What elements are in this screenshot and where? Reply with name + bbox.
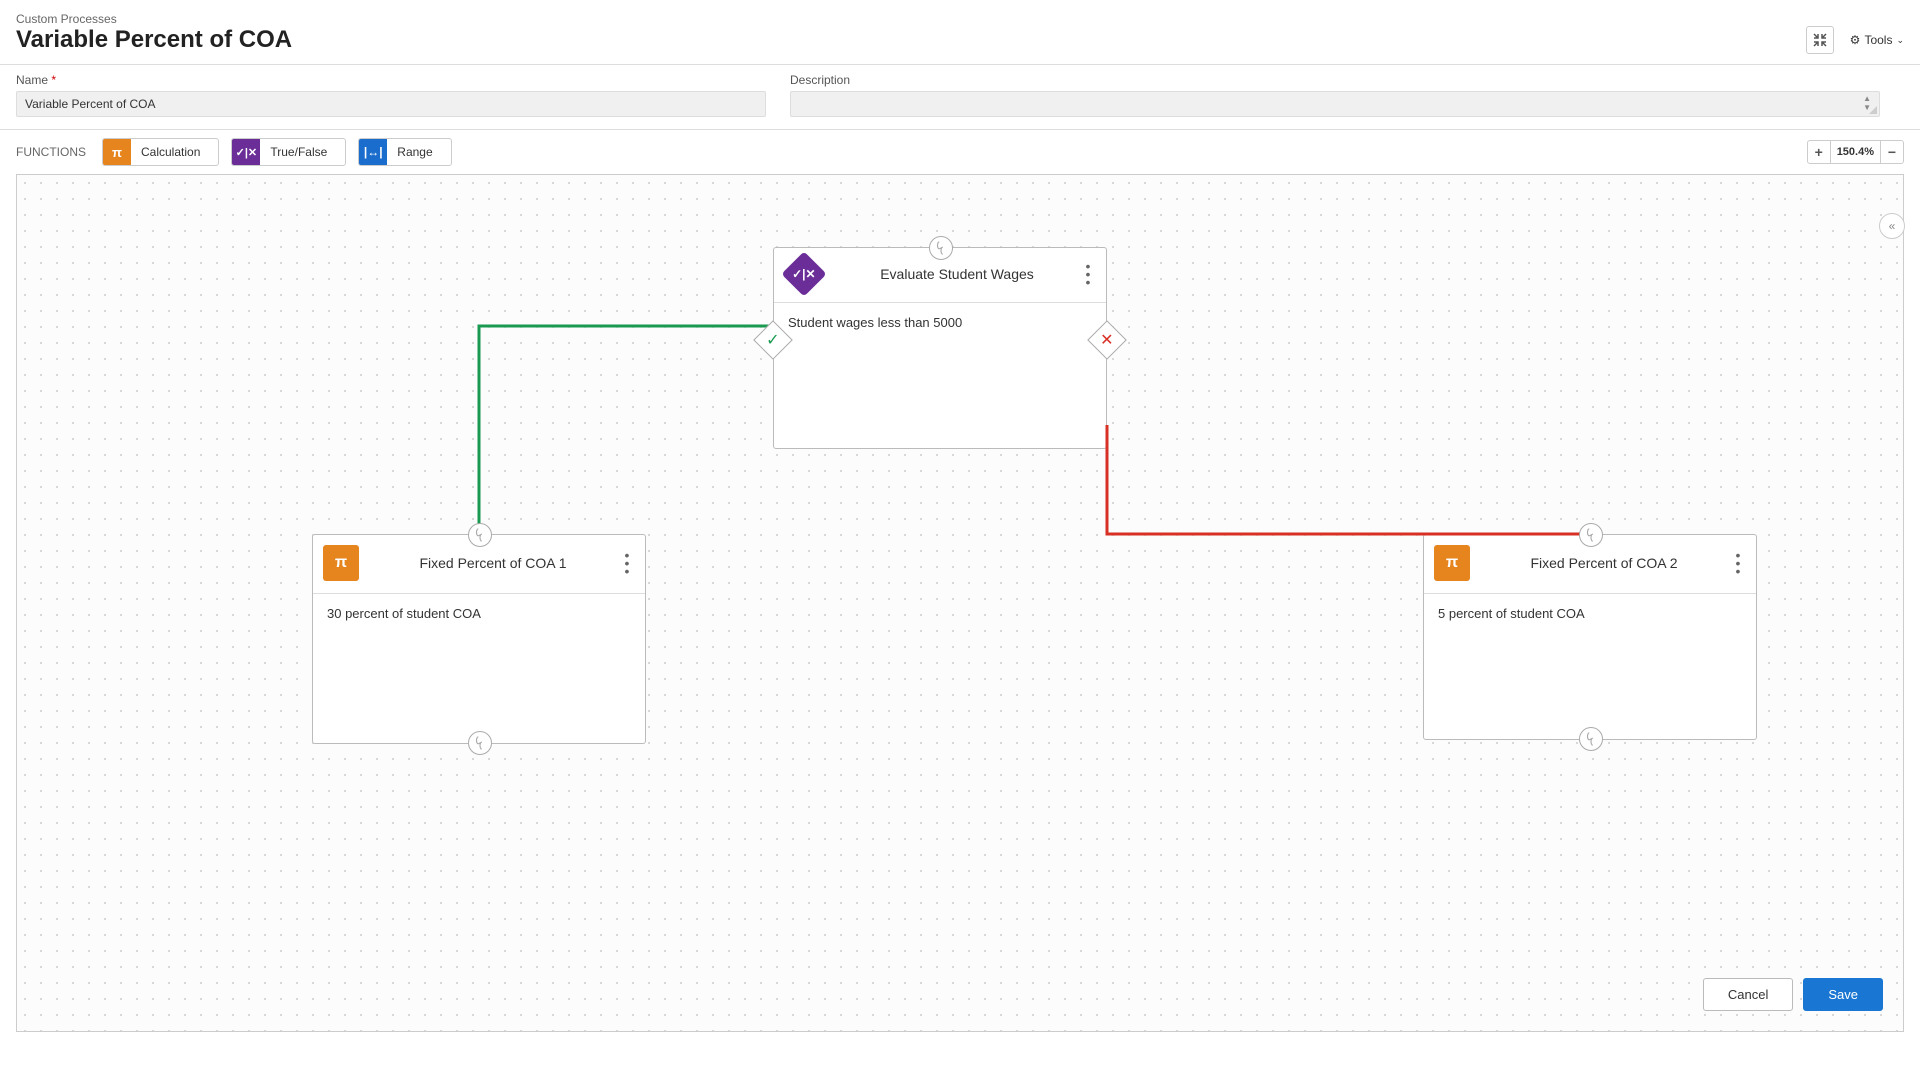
description-label: Description [790, 73, 1880, 87]
gear-icon: ⚙ [1850, 33, 1861, 47]
save-button[interactable]: Save [1803, 978, 1883, 1011]
function-truefalse-label: True/False [260, 145, 345, 159]
zoom-in-button[interactable]: + [1808, 141, 1830, 163]
collapse-icon [1813, 33, 1827, 47]
node-fixed-2[interactable]: π Fixed Percent of COA 2 ••• 5 percent o… [1423, 534, 1757, 740]
zoom-out-button[interactable]: − [1881, 141, 1903, 163]
node-title: Evaluate Student Wages [834, 266, 1080, 282]
breadcrumb: Custom Processes [16, 12, 1904, 26]
node-body: Student wages less than 5000 [774, 303, 1106, 330]
node-menu-button[interactable]: ••• [1080, 262, 1096, 286]
pi-icon: π [103, 139, 131, 165]
truefalse-icon: ✓|✕ [232, 139, 260, 165]
zoom-controls: + 150.4% − [1807, 140, 1904, 164]
tools-label: Tools [1864, 33, 1892, 47]
node-menu-button[interactable]: ••• [1730, 551, 1746, 575]
port-bottom[interactable] [468, 731, 492, 755]
functions-label: FUNCTIONS [16, 145, 86, 159]
name-label: Name * [16, 73, 766, 87]
node-title: Fixed Percent of COA 1 [367, 555, 619, 571]
port-bottom[interactable] [1579, 727, 1603, 751]
tools-menu[interactable]: ⚙ Tools ⌄ [1850, 33, 1904, 47]
node-evaluate[interactable]: ✓ ✕ ✓|✕ Evaluate Student Wages ••• Stude… [773, 247, 1107, 449]
flow-canvas[interactable]: « ✓ ✕ ✓|✕ Evaluate Student Wages ••• Stu… [16, 174, 1904, 1032]
node-body: 30 percent of student COA [313, 594, 645, 621]
zoom-level: 150.4% [1830, 141, 1881, 163]
node-body: 5 percent of student COA [1424, 594, 1756, 621]
cancel-button[interactable]: Cancel [1703, 978, 1793, 1011]
resize-grip-icon [1869, 106, 1877, 114]
function-truefalse-button[interactable]: ✓|✕ True/False [231, 138, 346, 166]
function-calculation-label: Calculation [131, 145, 218, 159]
collapse-view-button[interactable] [1806, 26, 1834, 54]
chevron-down-icon: ⌄ [1896, 35, 1904, 46]
node-fixed-1[interactable]: π Fixed Percent of COA 1 ••• 30 percent … [312, 534, 646, 744]
function-range-label: Range [387, 145, 450, 159]
panel-collapse-button[interactable]: « [1879, 213, 1905, 239]
description-input[interactable]: ▲▼ [790, 91, 1880, 117]
port-top[interactable] [929, 236, 953, 260]
page-title: Variable Percent of COA [16, 26, 292, 54]
port-top[interactable] [1579, 523, 1603, 547]
range-icon: |↔| [359, 139, 387, 165]
truefalse-icon: ✓|✕ [781, 251, 826, 296]
pi-icon: π [323, 545, 359, 581]
name-input[interactable] [16, 91, 766, 117]
port-top[interactable] [468, 523, 492, 547]
pi-icon: π [1434, 545, 1470, 581]
node-title: Fixed Percent of COA 2 [1478, 555, 1730, 571]
function-calculation-button[interactable]: π Calculation [102, 138, 219, 166]
function-range-button[interactable]: |↔| Range [358, 138, 451, 166]
node-menu-button[interactable]: ••• [619, 551, 635, 575]
